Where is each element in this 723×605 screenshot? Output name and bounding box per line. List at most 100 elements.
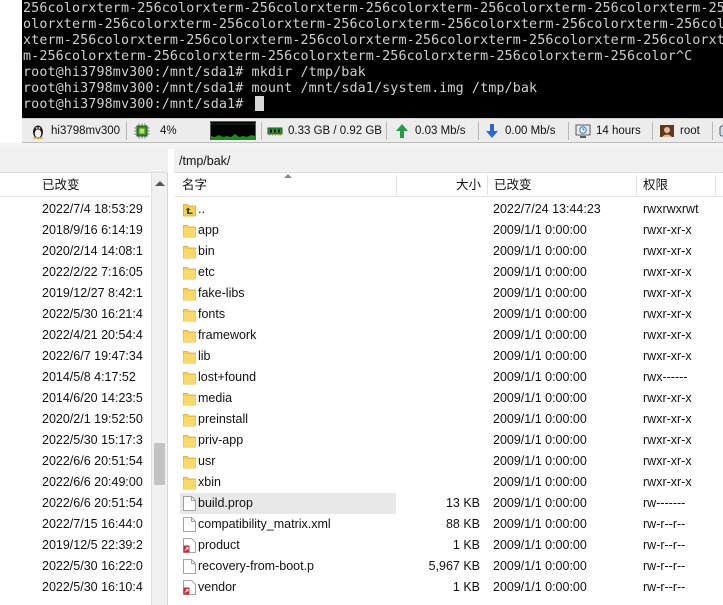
list-item[interactable]: 2019/12/5 22:39:2 [0, 535, 150, 556]
file-modified: 2009/1/1 0:00:00 [493, 475, 587, 489]
cpu-graph[interactable] [210, 121, 256, 140]
table-row[interactable]: recovery-from-boot.p 5,967 KB 2009/1/1 0:0… [174, 556, 723, 577]
file-name: .. [180, 199, 396, 220]
list-item[interactable]: 2022/5/30 16:21:4 [0, 304, 150, 325]
table-row[interactable]: compatibility_matrix.xml 88 KB 2009/1/1 0:… [174, 514, 723, 535]
file-modified: 2009/1/1 0:00:00 [493, 328, 587, 342]
table-row[interactable]: product 1 KB 2009/1/1 0:00:00 rw-r--r-- [174, 535, 723, 556]
file-name-label: compatibility_matrix.xml [198, 517, 331, 531]
file-name-label: bin [198, 244, 215, 258]
table-row[interactable]: lib 2009/1/1 0:00:00 rwxr-xr-x [174, 346, 723, 367]
folder-icon [183, 330, 196, 343]
table-row[interactable]: vendor 1 KB 2009/1/1 0:00:00 rw-r--r-- [174, 577, 723, 598]
column-header-permissions[interactable]: 权限 [643, 173, 668, 197]
list-item[interactable]: 2022/2/22 7:16:05 [0, 262, 150, 283]
list-item[interactable]: 2022/6/7 19:47:34 [0, 346, 150, 367]
status-uptime[interactable]: 14 hours [575, 119, 641, 143]
file-name: lib [180, 346, 396, 367]
list-item[interactable]: 2018/9/16 6:14:19 [0, 220, 150, 241]
file-permissions: rwxr-xr-x [643, 433, 692, 447]
status-cpu[interactable]: 4% [134, 119, 177, 143]
file-permissions: rw-r--r-- [643, 538, 686, 552]
list-item[interactable]: 2014/5/8 4:17:52 [0, 367, 150, 388]
column-divider[interactable] [487, 175, 488, 195]
file-name-label: usr [198, 454, 216, 468]
list-item[interactable]: 2022/7/15 16:44:0 [0, 514, 150, 535]
file-permissions: rwxr-xr-x [643, 454, 692, 468]
list-item[interactable]: 2022/6/6 20:49:00 [0, 472, 150, 493]
local-file-pane[interactable]: 已改变 2022/7/4 18:53:29 2018/9/16 6:14:19 … [0, 149, 168, 605]
remote-file-pane[interactable]: /tmp/bak/ 名字 大小 已改变 权限 .. 2022/7/24 13:44… [174, 149, 723, 605]
status-hostname[interactable]: hi3798mv300 [30, 119, 120, 143]
status-disk[interactable] [719, 119, 723, 143]
file-size: 13 KB [445, 496, 480, 510]
status-memory[interactable]: 0.33 GB / 0.92 GB [267, 119, 382, 143]
table-row[interactable]: usr 2009/1/1 0:00:00 rwxr-xr-x [174, 451, 723, 472]
folder-icon [183, 435, 196, 448]
list-item[interactable]: 2022/5/30 16:22:0 [0, 556, 150, 577]
list-item[interactable]: 2022/5/30 15:17:3 [0, 430, 150, 451]
table-row[interactable]: media 2009/1/1 0:00:00 rwxr-xr-x [174, 388, 723, 409]
status-user[interactable]: root [659, 119, 700, 143]
file-permissions: rw-r--r-- [643, 580, 686, 594]
folder-icon [183, 225, 196, 238]
table-row[interactable]: priv-app 2009/1/1 0:00:00 rwxr-xr-x [174, 430, 723, 451]
folder-icon [183, 351, 196, 364]
table-row[interactable]: preinstall 2009/1/1 0:00:00 rwxr-xr-x [174, 409, 723, 430]
status-separator [261, 122, 262, 140]
table-row[interactable]: lost+found 2009/1/1 0:00:00 rwx------ [174, 367, 723, 388]
file-permissions: rwxr-xr-x [643, 223, 692, 237]
table-row[interactable]: app 2009/1/1 0:00:00 rwxr-xr-x [174, 220, 723, 241]
column-header-modified[interactable]: 已改变 [494, 173, 532, 197]
file-modified: 2022/7/24 13:44:23 [493, 202, 601, 216]
file-name-label: recovery-from-boot.p [198, 559, 315, 573]
file-icon [183, 559, 196, 574]
column-divider[interactable] [715, 175, 716, 195]
file-modified: 2009/1/1 0:00:00 [493, 412, 587, 426]
terminal-output[interactable]: 256colorxterm-256colorxterm-256colorxter… [22, 0, 723, 118]
uptime-value: 14 hours [596, 125, 641, 137]
folder-icon [183, 456, 196, 469]
column-divider[interactable] [396, 175, 397, 195]
status-download[interactable]: 0.00 Mb/s [484, 119, 556, 143]
remote-path-bar[interactable]: /tmp/bak/ [174, 149, 723, 173]
list-item[interactable]: 2022/6/6 20:51:54 [0, 451, 150, 472]
ssh-terminal-window[interactable]: 256colorxterm-256colorxterm-256colorxter… [0, 0, 723, 118]
text-cursor [254, 96, 264, 111]
folder-icon [183, 393, 196, 406]
file-icon [183, 496, 196, 511]
list-item[interactable]: 2020/2/1 19:52:50 [0, 409, 150, 430]
column-divider[interactable] [636, 175, 637, 195]
table-row[interactable]: xbin 2009/1/1 0:00:00 rwxr-xr-x [174, 472, 723, 493]
status-separator [478, 122, 479, 140]
local-vertical-scrollbar[interactable] [151, 173, 167, 605]
link-file-icon [183, 538, 196, 553]
scroll-up-icon[interactable] [155, 181, 165, 186]
list-item[interactable]: 2022/4/21 20:54:4 [0, 325, 150, 346]
table-row[interactable]: framework 2009/1/1 0:00:00 rwxr-xr-x [174, 325, 723, 346]
file-size: 1 KB [452, 580, 480, 594]
list-item[interactable]: 2022/6/6 20:51:54 [0, 493, 150, 514]
terminal-prompt-line[interactable]: root@hi3798mv300:/mnt/sda1# [23, 96, 264, 113]
scrollbar-thumb[interactable] [154, 443, 165, 485]
file-name-label: xbin [198, 475, 221, 489]
file-modified: 2009/1/1 0:00:00 [493, 307, 587, 321]
table-row[interactable]: build.prop 13 KB 2009/1/1 0:00:00 rw------- [174, 493, 723, 514]
list-item[interactable]: 2020/2/14 14:08:1 [0, 241, 150, 262]
table-row[interactable]: bin 2009/1/1 0:00:00 rwxr-xr-x [174, 241, 723, 262]
table-row[interactable]: fake-libs 2009/1/1 0:00:00 rwxr-xr-x [174, 283, 723, 304]
list-item[interactable]: 2022/7/4 18:53:29 [0, 199, 150, 220]
local-path-bar[interactable] [0, 149, 168, 173]
table-row[interactable]: fonts 2009/1/1 0:00:00 rwxr-xr-x [174, 304, 723, 325]
file-permissions: rwxr-xr-x [643, 391, 692, 405]
column-header-modified[interactable]: 已改变 [42, 173, 80, 197]
column-header-name[interactable]: 名字 [182, 173, 207, 197]
list-item[interactable]: 2019/12/27 8:42:1 [0, 283, 150, 304]
table-row[interactable]: .. 2022/7/24 13:44:23 rwxrwxrwt [174, 199, 723, 220]
column-header-size[interactable]: 大小 [456, 173, 481, 197]
table-row[interactable]: etc 2009/1/1 0:00:00 rwxr-xr-x [174, 262, 723, 283]
status-upload[interactable]: 0.03 Mb/s [394, 119, 466, 143]
list-item[interactable]: 2014/6/20 14:23:5 [0, 388, 150, 409]
list-item[interactable]: 2022/5/30 16:10:4 [0, 577, 150, 598]
file-icon [183, 517, 196, 532]
